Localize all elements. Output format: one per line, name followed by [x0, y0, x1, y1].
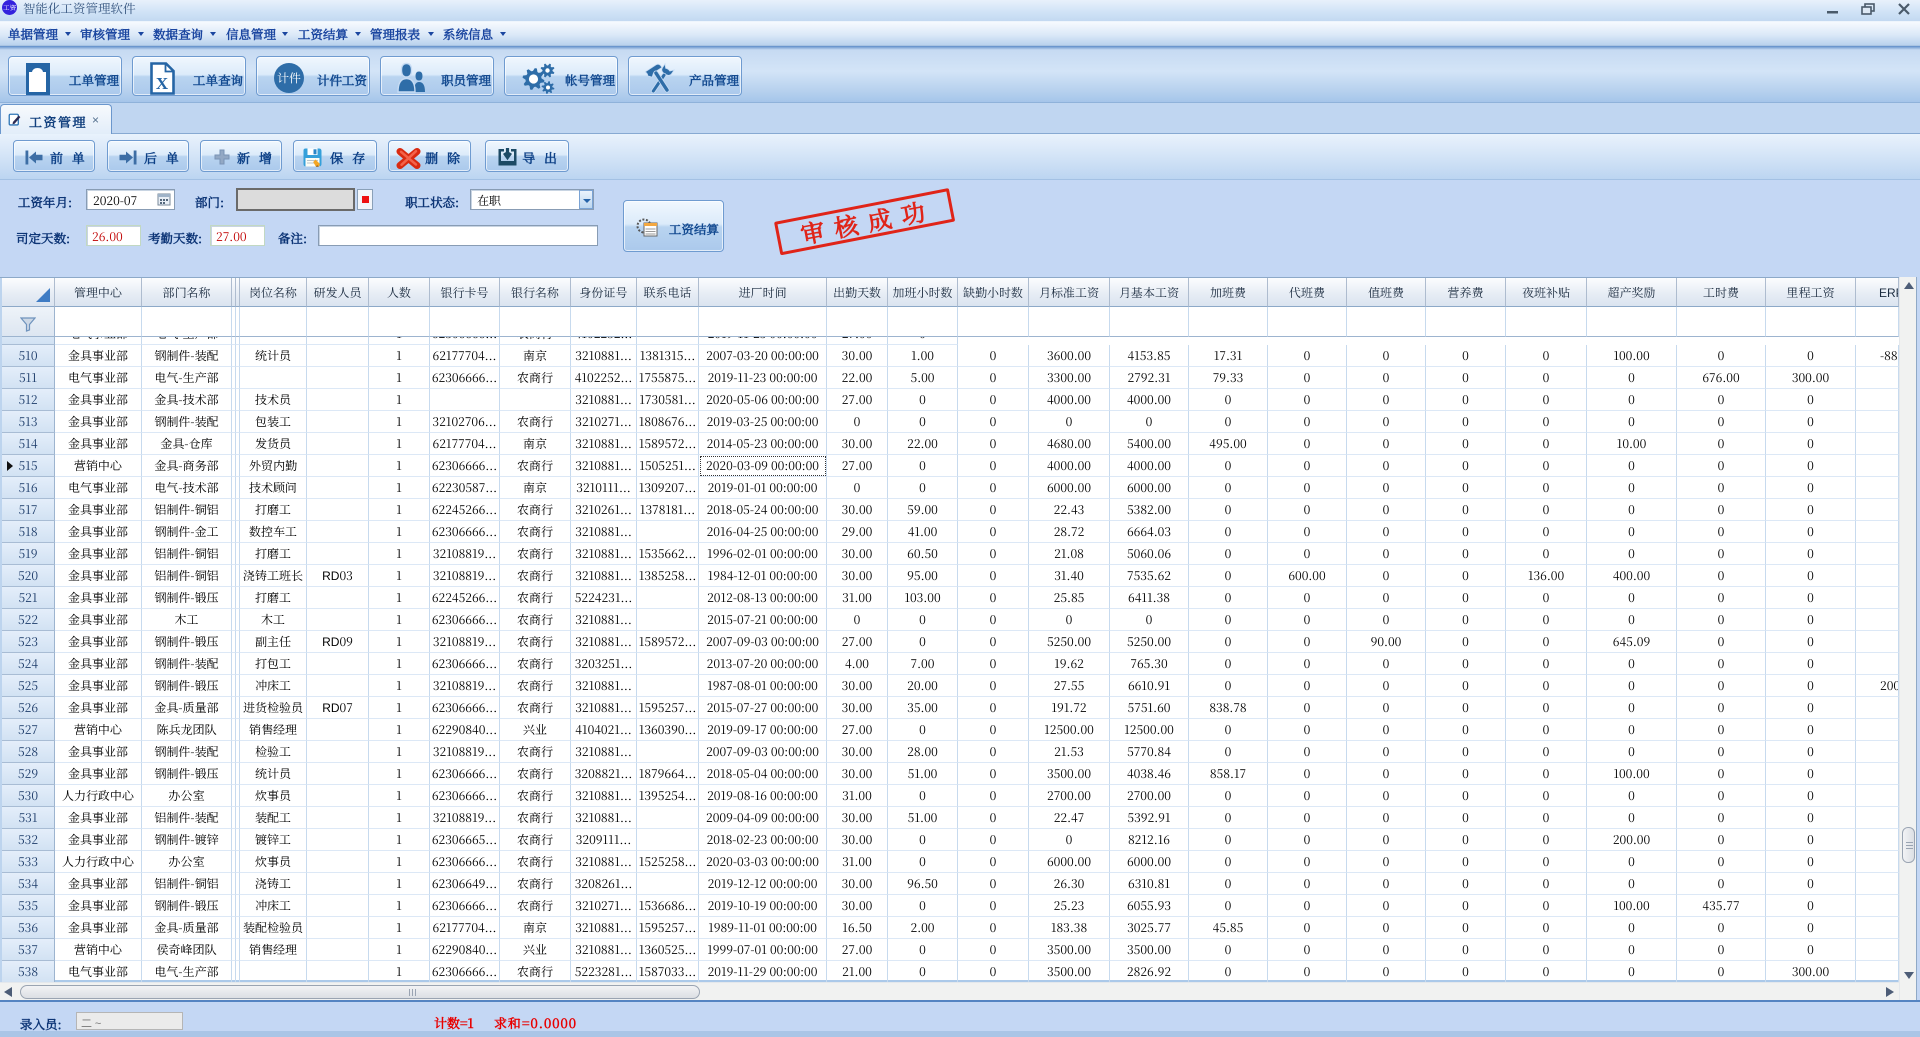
- svg-text:计件: 计件: [277, 70, 301, 87]
- svg-text:X: X: [156, 74, 169, 93]
